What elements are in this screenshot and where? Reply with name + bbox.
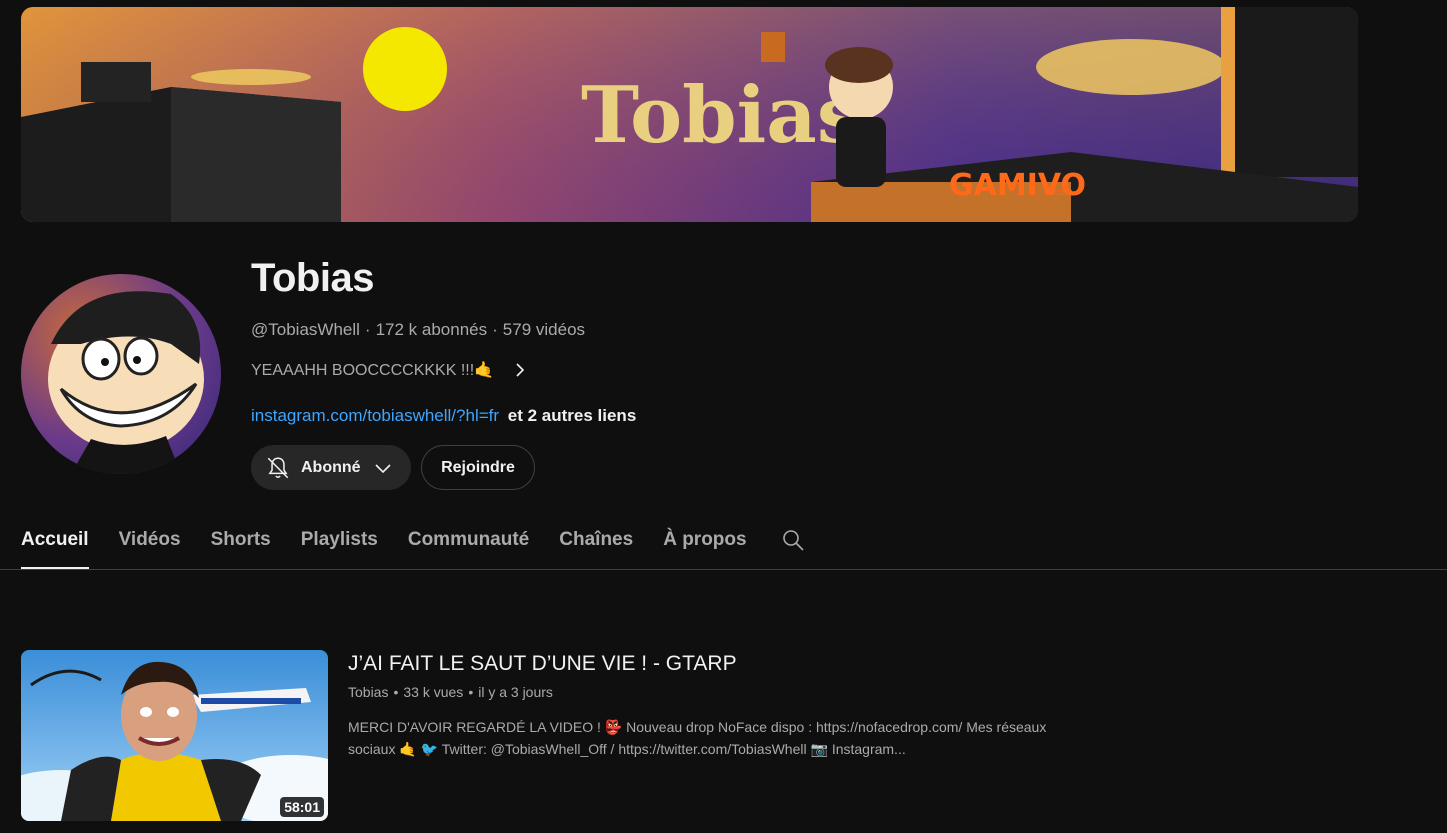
meta-separator: · [492, 320, 498, 339]
tab-communaute[interactable]: Communauté [408, 510, 529, 569]
subscribed-button[interactable]: Abonné [251, 445, 411, 490]
tab-shorts[interactable]: Shorts [211, 510, 271, 569]
meta-separator: · [364, 320, 371, 339]
channel-handle: @TobiasWhell [251, 320, 360, 339]
video-age: il y a 3 jours [478, 684, 553, 700]
banner-title-art: Tobias [581, 70, 861, 161]
more-links[interactable]: et 2 autres liens [508, 406, 637, 425]
channel-links: instagram.com/tobiaswhell/?hl=fr et 2 au… [251, 406, 636, 426]
instagram-link[interactable]: instagram.com/tobiaswhell/?hl=fr [251, 406, 499, 425]
join-button[interactable]: Rejoindre [421, 445, 535, 490]
search-icon[interactable] [781, 528, 805, 552]
video-duration: 58:01 [280, 797, 324, 817]
channel-name: Tobias [251, 256, 374, 300]
channel-meta: @TobiasWhell · 172 k abonnés · 579 vidéos [251, 320, 585, 340]
subscriber-count: 172 k abonnés [375, 320, 488, 339]
channel-description[interactable]: YEAAAHH BOOCCCCKKKK !!!🤙 [251, 360, 528, 380]
tabs-divider [0, 569, 1447, 570]
channel-description-text: YEAAAHH BOOCCCCKKKK !!!🤙 [251, 362, 495, 379]
video-channel[interactable]: Tobias [348, 684, 388, 700]
channel-avatar[interactable] [21, 274, 221, 474]
subscribed-label: Abonné [301, 458, 361, 476]
chevron-down-icon [373, 458, 393, 478]
banner-art: Tobias GAMIVO .com [21, 7, 1358, 222]
chevron-right-icon[interactable] [512, 362, 528, 378]
video-views: 33 k vues [403, 684, 464, 700]
video-thumbnail[interactable]: 58:01 [21, 650, 328, 821]
video-description: MERCI D'AVOIR REGARDÉ LA VIDEO ! 👺 Nouve… [348, 719, 1047, 757]
video-count: 579 vidéos [502, 320, 586, 339]
video-title[interactable]: J’AI FAIT LE SAUT D’UNE VIE ! - GTARP [348, 652, 737, 676]
tab-videos[interactable]: Vidéos [119, 510, 181, 569]
tab-chaines[interactable]: Chaînes [559, 510, 633, 569]
join-label: Rejoindre [441, 458, 515, 476]
bell-off-icon [265, 455, 291, 481]
tab-accueil[interactable]: Accueil [21, 510, 89, 569]
sponsor-logo-suffix: .com [1051, 188, 1073, 198]
tab-playlists[interactable]: Playlists [301, 510, 378, 569]
video-meta: Tobias • 33 k vues • il y a 3 jours [348, 684, 553, 700]
channel-banner: Tobias GAMIVO .com [21, 7, 1358, 222]
channel-tabs: Accueil Vidéos Shorts Playlists Communau… [21, 510, 777, 569]
tab-a-propos[interactable]: À propos [663, 510, 746, 569]
